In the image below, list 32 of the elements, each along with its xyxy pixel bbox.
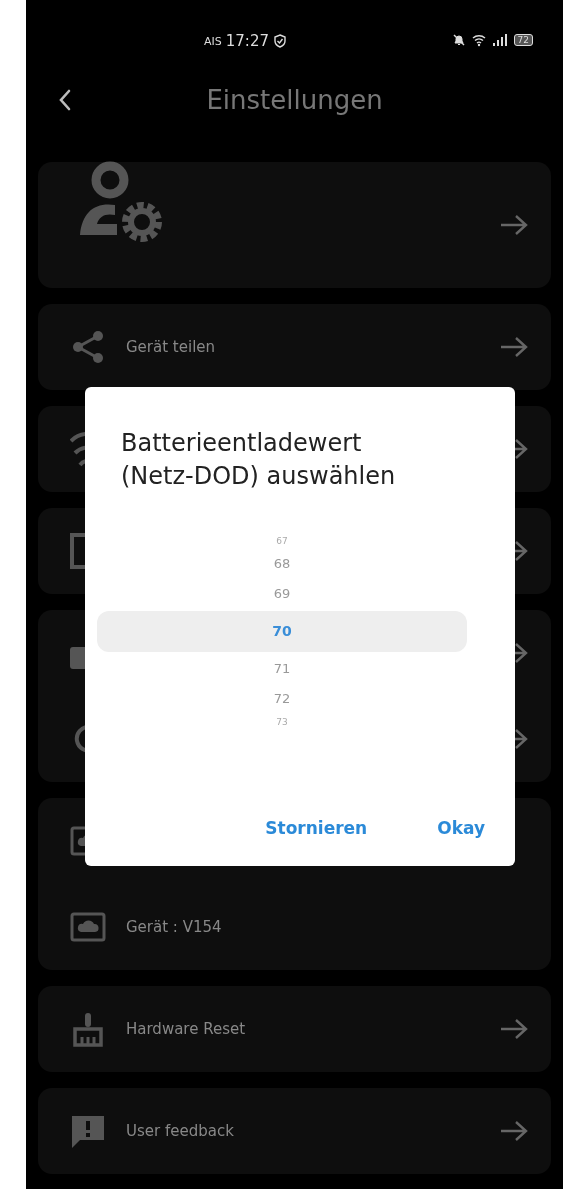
back-button[interactable] [58, 88, 72, 112]
dialog-title: Batterieentladewert (Netz-DOD) auswählen [121, 428, 397, 492]
device-icon [70, 533, 85, 569]
row-label: User feedback [126, 1122, 235, 1140]
cancel-button[interactable]: Stornieren [265, 818, 368, 838]
picker-option[interactable]: 72 [97, 684, 467, 714]
wifi-icon [471, 33, 486, 47]
picker-option[interactable]: 67 [97, 533, 467, 549]
clock-time: 17:27 [225, 32, 269, 50]
feedback-icon [70, 1113, 106, 1149]
broom-icon [70, 1011, 106, 1047]
carrier-label: AIS [204, 34, 222, 48]
arrow-right-icon[interactable] [499, 335, 529, 359]
picker-option[interactable]: 73 [97, 714, 467, 730]
arrow-right-icon[interactable] [499, 1119, 529, 1143]
picker-option[interactable]: 68 [97, 549, 467, 579]
bell-muted-icon [451, 33, 466, 47]
row-label: Gerät teilen [126, 338, 217, 356]
shield-icon [273, 34, 287, 48]
row-label: Hardware Reset [126, 1020, 247, 1038]
picker-option[interactable]: 71 [97, 654, 467, 684]
page-title: Einstellungen [206, 85, 383, 115]
signal-icon [491, 33, 508, 47]
share-icon [70, 329, 106, 365]
ok-button[interactable]: Okay [437, 818, 485, 838]
arrow-right-icon[interactable] [499, 213, 529, 237]
picker-option[interactable]: 70 [97, 611, 467, 652]
wifi-icon [70, 431, 85, 467]
row-label: Gerät : V154 [126, 918, 223, 936]
picker-option[interactable]: 69 [97, 579, 467, 609]
battery-level: 72 [513, 34, 533, 46]
arrow-right-icon[interactable] [499, 1017, 529, 1041]
